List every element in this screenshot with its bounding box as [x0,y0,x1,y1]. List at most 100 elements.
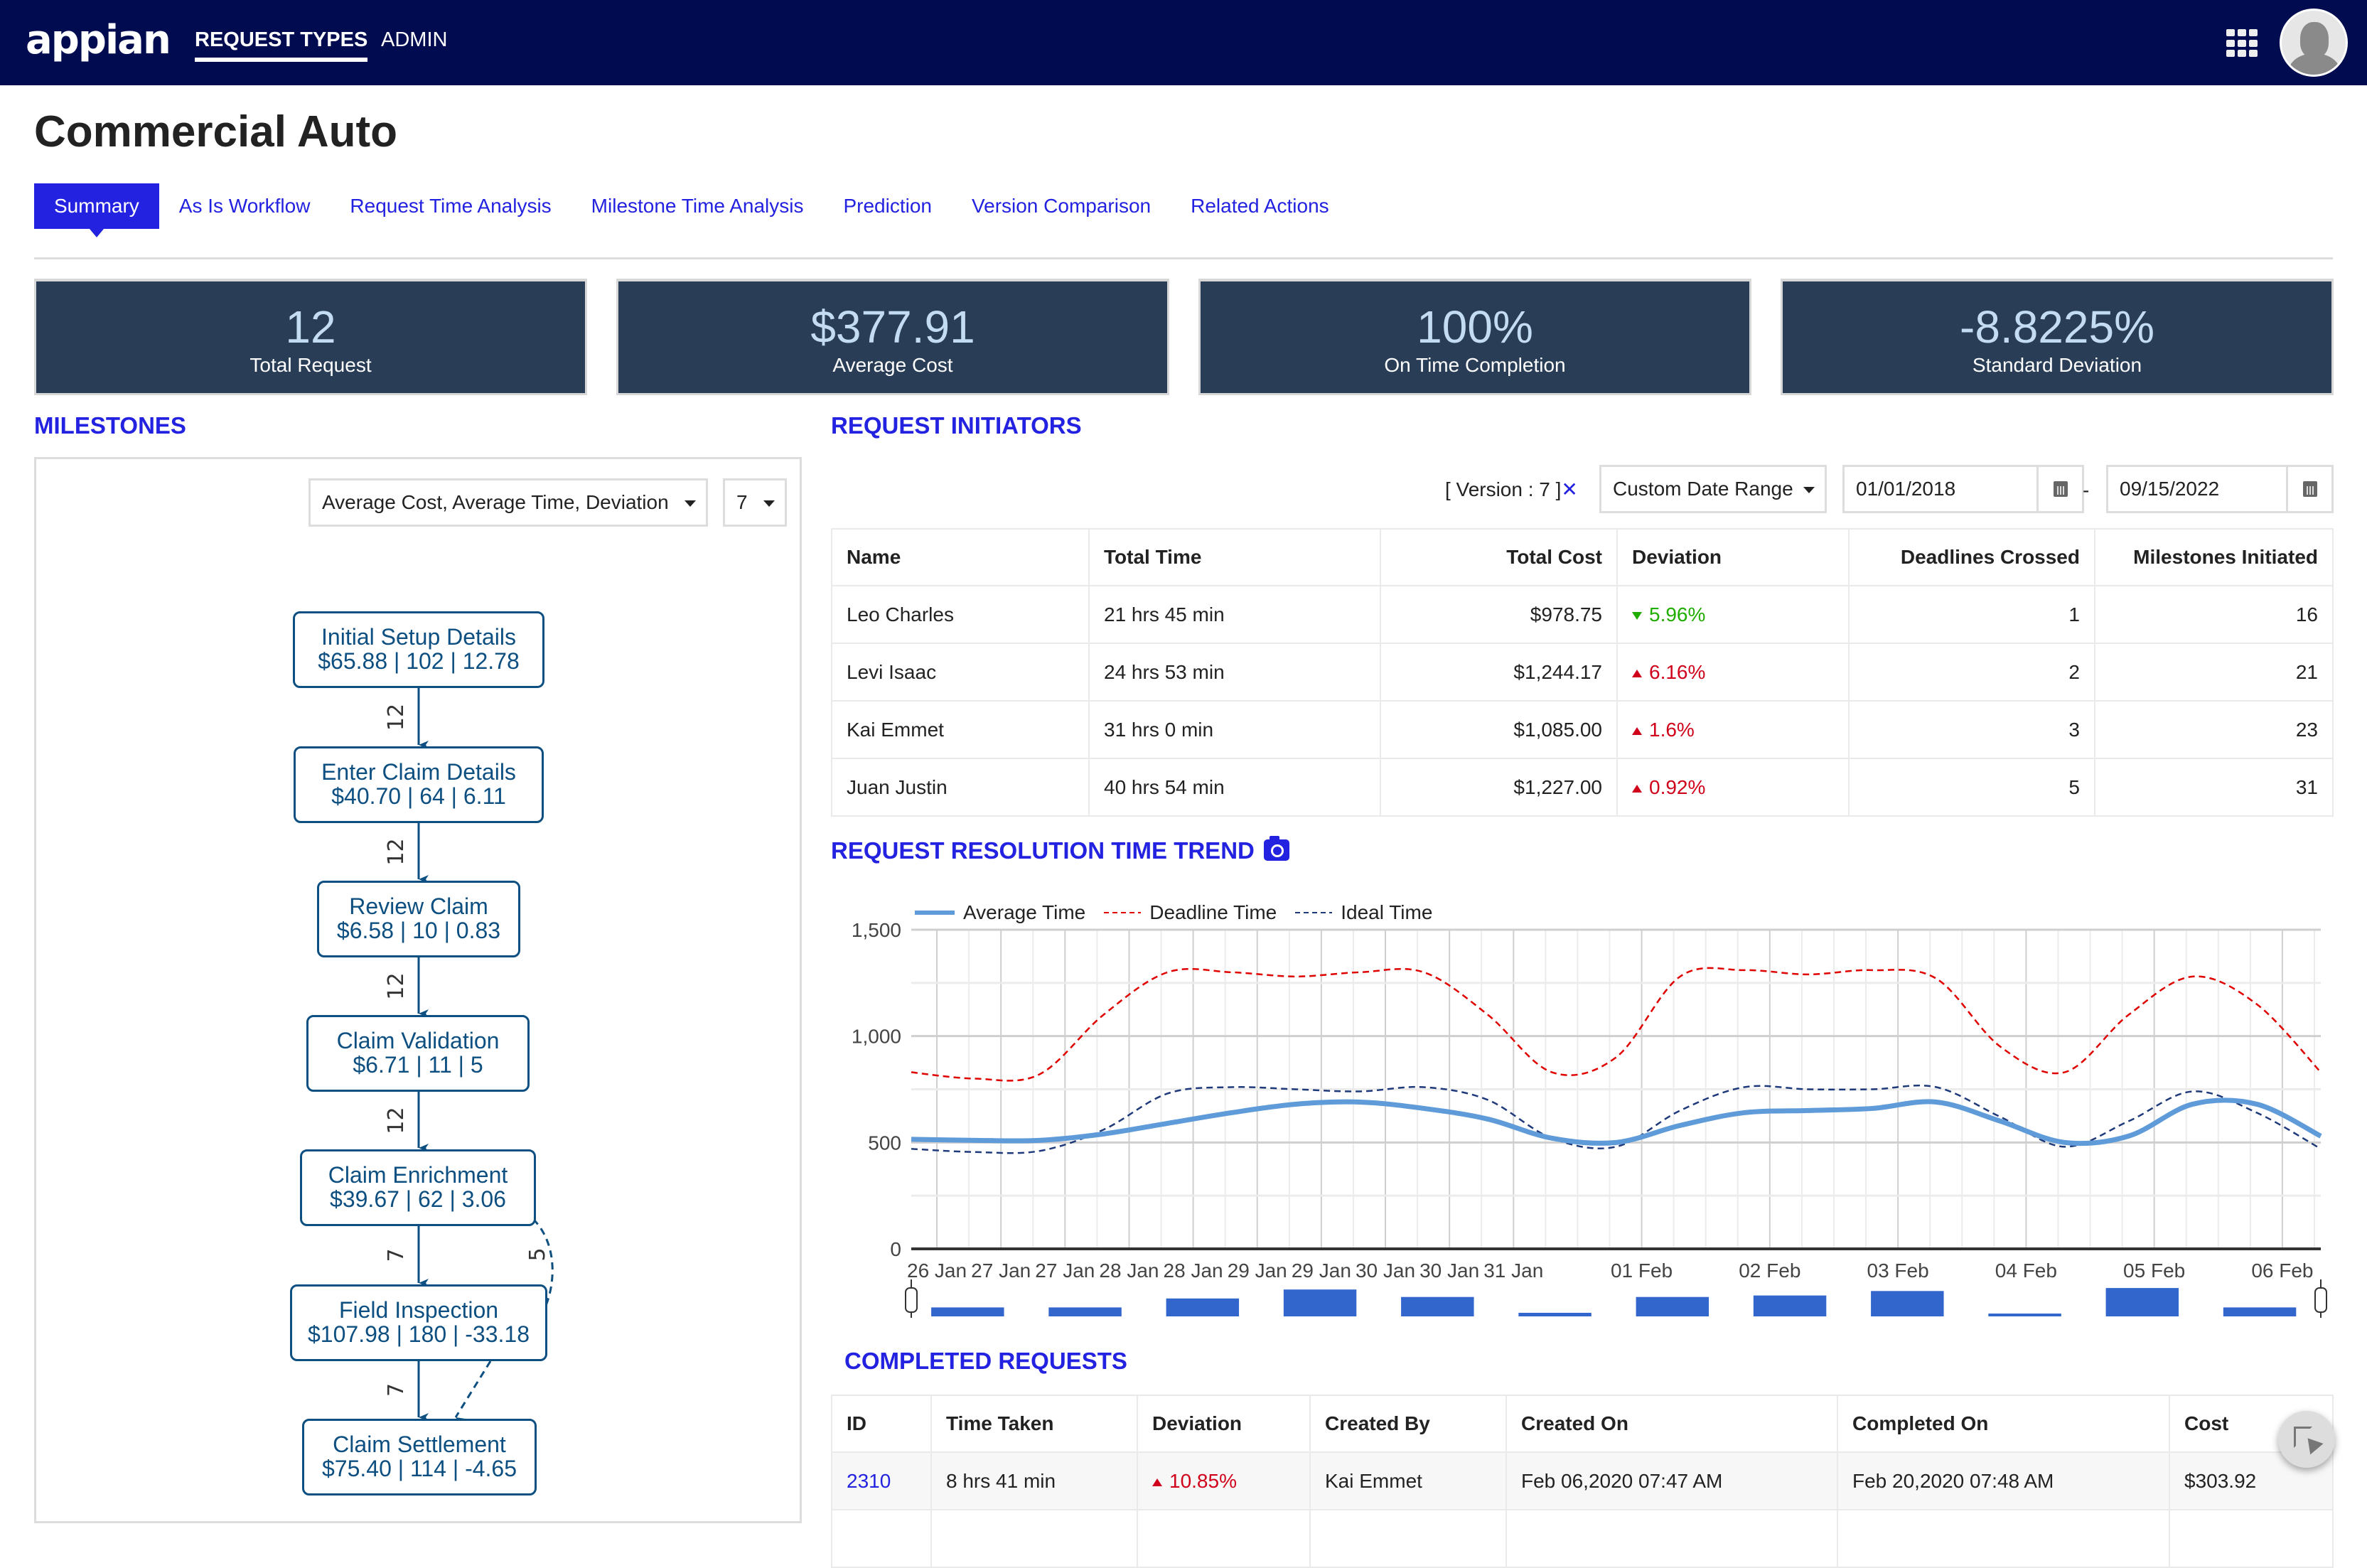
navigator-bar [1988,1314,2061,1316]
edge-count-label: 5 [525,1247,550,1261]
select-cursor-button[interactable] [2278,1411,2335,1468]
navigator-bar [1871,1291,1944,1316]
completed-requests-title: COMPLETED REQUESTS [844,1348,1127,1374]
cell-deviation: 6.16% [1616,643,1850,702]
column-header-deadlines-crossed[interactable]: Deadlines Crossed [1848,528,2095,586]
cell-total-cost: $978.75 [1380,585,1618,644]
edge-count-label: 12 [384,838,409,865]
milestone-node[interactable]: Enter Claim Details $40.70 | 64 | 6.11 [294,746,544,823]
x-tick-label: 30 Jan [1419,1260,1479,1282]
version-filter-label: [ Version : 7 ] [1445,478,1562,500]
kpi-value: -8.8225% [1960,301,2154,353]
column-header-deviation[interactable]: Deviation [1616,528,1850,586]
tab-related-actions[interactable]: Related Actions [1171,183,1349,229]
close-icon[interactable]: ✕ [1561,478,1577,500]
milestone-node[interactable]: Claim Settlement $75.40 | 114 | -4.65 [302,1419,537,1495]
milestone-node[interactable]: Initial Setup Details $65.88 | 102 | 12.7… [293,611,544,688]
milestone-name: Field Inspection [338,1297,499,1323]
milestone-name: Enter Claim Details [321,759,516,785]
column-header-created-by[interactable]: Created By [1309,1395,1507,1453]
end-date-input[interactable]: 09/15/2022 [2106,465,2334,513]
y-tick-label: 0 [890,1238,901,1260]
column-header-total-time[interactable]: Total Time [1088,528,1381,586]
cell-milestones-initiated: 16 [2094,585,2334,644]
table-row[interactable]: Levi Isaac 24 hrs 53 min $1,244.17 6.16% 2 21 [831,643,2334,702]
chevron-down-icon [1803,487,1815,493]
milestone-node[interactable]: Claim Enrichment $39.67 | 62 | 3.06 [300,1149,536,1226]
cell-milestones-initiated: 31 [2094,758,2334,817]
table-row[interactable]: Kai Emmet 31 hrs 0 min $1,085.00 1.6% 3 23 [831,700,2334,759]
x-tick-label: 27 Jan [971,1260,1031,1282]
request-id-link[interactable]: 2310 [831,1451,932,1510]
milestone-node[interactable]: Field Inspection $107.98 | 180 | -33.18 [290,1284,547,1361]
camera-icon[interactable] [1264,836,1289,861]
x-tick-label: 28 Jan [1164,1260,1223,1282]
tab-version-comparison[interactable]: Version Comparison [952,183,1171,229]
calendar-button[interactable] [2036,467,2082,511]
column-header-time-taken[interactable]: Time Taken [930,1395,1138,1453]
calendar-icon [2053,481,2068,497]
navigator-bar [931,1307,1004,1316]
cell-name: Leo Charles [831,585,1090,644]
navigator-bar [2223,1307,2297,1316]
column-header-id[interactable]: ID [831,1395,932,1453]
cell-deadlines-crossed: 5 [1848,758,2095,817]
milestone-name: Claim Settlement [333,1432,506,1457]
milestone-node[interactable]: Review Claim $6.58 | 10 | 0.83 [317,881,520,957]
x-tick-label: 01 Feb [1611,1260,1673,1282]
milestone-name: Claim Validation [336,1028,500,1053]
cell-deviation: 0.92% [1616,758,1850,817]
milestone-stats: $107.98 | 180 | -33.18 [308,1321,530,1347]
milestone-node[interactable]: Claim Validation $6.71 | 11 | 5 [306,1015,530,1092]
milestone-name: Review Claim [349,893,488,919]
triangle-up-icon [1632,669,1642,677]
date-range-select-value: Custom Date Range [1613,478,1793,500]
navigator-bar [1518,1312,1592,1316]
date-separator: - [2083,479,2090,501]
cell-created-by: Kai Emmet [1309,1451,1507,1510]
user-avatar-icon[interactable] [2280,9,2348,77]
version-filter-tag: [ Version : 7 ]✕ [1445,478,1578,501]
date-range-select[interactable]: Custom Date Range [1599,465,1827,513]
column-header-milestones-initiated[interactable]: Milestones Initiated [2094,528,2334,586]
calendar-icon [2302,481,2317,497]
end-date-value: 09/15/2022 [2120,478,2220,500]
x-tick-label: 06 Feb [2251,1260,2313,1282]
x-tick-label: 27 Jan [1035,1260,1095,1282]
x-tick-label: 31 Jan [1483,1260,1543,1282]
x-tick-label: 28 Jan [1099,1260,1159,1282]
navigator-bar [2105,1288,2179,1316]
table-row[interactable]: Leo Charles 21 hrs 45 min $978.75 5.96% 1 16 [831,585,2334,644]
edge-count-label: 12 [384,972,409,999]
cell-deviation: 10.85% [1137,1451,1311,1510]
table-row[interactable]: Juan Justin 40 hrs 54 min $1,227.00 0.92% 5 3… [831,758,2334,817]
calendar-button[interactable] [2286,467,2331,511]
x-tick-label: 05 Feb [2123,1260,2185,1282]
cell-deadlines-crossed: 1 [1848,585,2095,644]
cell-name: Levi Isaac [831,643,1090,702]
start-date-input[interactable]: 01/01/2018 [1842,465,2084,513]
milestone-stats: $40.70 | 64 | 6.11 [331,783,506,809]
cell-total-time: 21 hrs 45 min [1088,585,1381,644]
cell-name: Kai Emmet [831,700,1090,759]
series-line-deadline-time [911,967,2322,1082]
x-tick-label: 29 Jan [1228,1260,1287,1282]
milestone-name: Initial Setup Details [321,624,516,650]
cell-milestones-initiated: 23 [2094,700,2334,759]
column-header-created-on[interactable]: Created On [1505,1395,1838,1453]
column-header-completed-on[interactable]: Completed On [1837,1395,2170,1453]
grid-apps-icon[interactable] [2226,29,2258,58]
table-header-row: ID Time Taken Deviation Created By Creat… [831,1395,2334,1453]
navigator-bar [1166,1298,1240,1316]
column-header-total-cost[interactable]: Total Cost [1380,528,1618,586]
column-header-deviation[interactable]: Deviation [1137,1395,1311,1453]
column-header-name[interactable]: Name [831,528,1090,586]
table-row[interactable]: 2310 8 hrs 41 min 10.85% Kai Emmet Feb 06,20… [831,1451,2334,1510]
cell-total-cost: $1,085.00 [1380,700,1618,759]
navigator-bar [1636,1296,1710,1316]
deviation-value: 6.16% [1649,660,1706,683]
kpi-standard-deviation: -8.8225% Standard Deviation [1781,279,2334,395]
x-tick-label: 30 Jan [1356,1260,1415,1282]
cell-deadlines-crossed: 3 [1848,700,2095,759]
milestone-stats: $6.58 | 10 | 0.83 [336,918,501,943]
